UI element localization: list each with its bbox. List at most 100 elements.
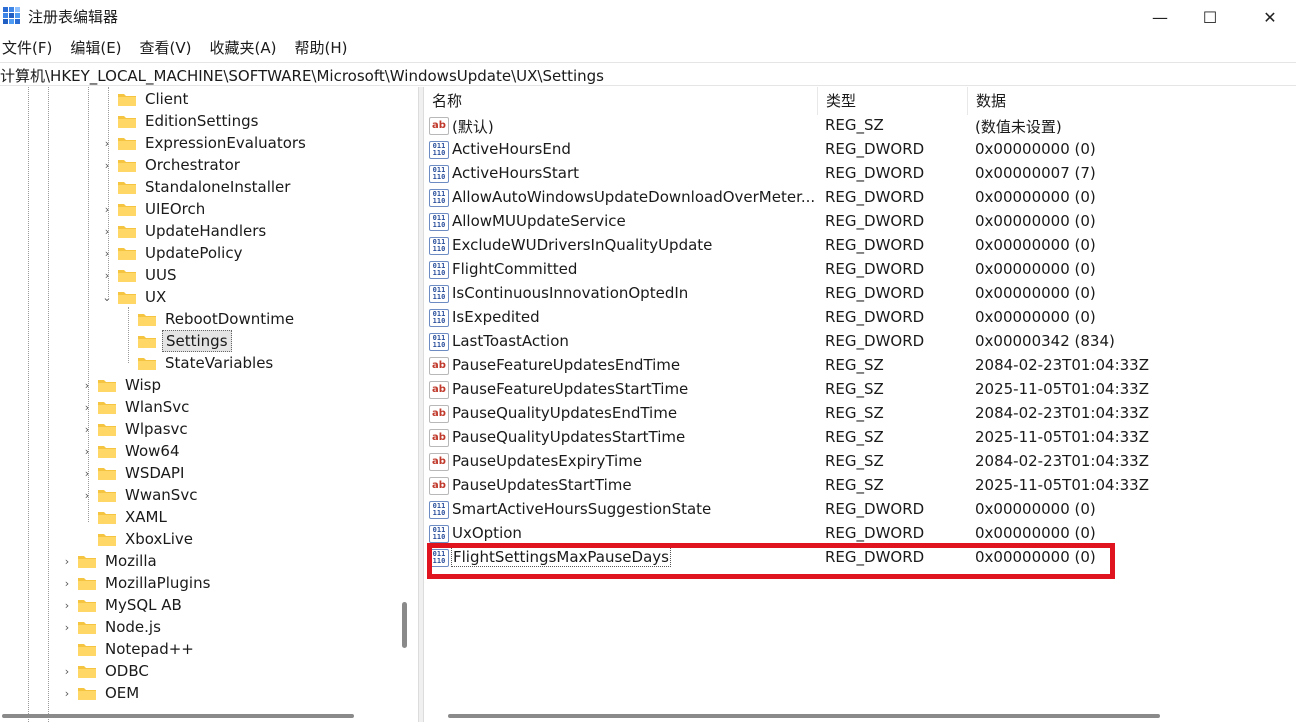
expander-icon[interactable]: › [100,203,114,216]
dword-value-icon: 011 110 [429,285,449,303]
string-value-icon: ab [429,429,449,447]
value-type: REG_SZ [825,380,884,398]
folder-icon [78,578,96,590]
values-list[interactable]: 名称 类型 数据 ab (默认) REG_SZ (数值未设置) 011 110 Activ… [424,87,1296,722]
expander-icon[interactable]: › [60,577,74,590]
expander-icon[interactable]: › [100,225,114,238]
expander-icon[interactable]: › [100,247,114,260]
menu-help[interactable]: 帮助(H) [292,36,355,60]
tree-item-wwansvc[interactable]: › WwanSvc [80,484,200,506]
value-row[interactable]: 011 110 ActiveHoursStart REG_DWORD 0x000000… [424,162,1296,186]
tree-item-label: OEM [105,684,140,702]
tree-item-label: Client [145,90,189,108]
tree-guide-line [28,87,29,722]
expander-icon[interactable]: › [60,621,74,634]
tree-item-label: RebootDowntime [165,310,295,328]
value-type: REG_SZ [825,476,884,494]
value-row[interactable]: ab (默认) REG_SZ (数值未设置) [424,114,1296,138]
folder-icon [98,424,116,436]
value-row[interactable]: ab PauseUpdatesExpiryTime REG_SZ 2084-02-23… [424,450,1296,474]
value-row[interactable]: 011 110 AllowMUUpdateService REG_DWORD 0x00… [424,210,1296,234]
maximize-button[interactable]: ☐ [1186,0,1234,34]
tree-item-wlpasvc[interactable]: › Wlpasvc [80,418,191,440]
value-row[interactable]: ab PauseQualityUpdatesStartTime REG_SZ 2025… [424,426,1296,450]
value-row[interactable]: 011 110 AllowAutoWindowsUpdateDownloadOve… [424,186,1296,210]
value-row[interactable]: 011 110 FlightCommitted REG_DWORD 0x0000000… [424,258,1296,282]
tree-item-statevariables[interactable]: StateVariables [120,352,276,374]
value-row[interactable]: 011 110 ActiveHoursEnd REG_DWORD 0x00000000… [424,138,1296,162]
key-tree[interactable]: Client EditionSettings › ExpressionEvalu… [0,87,418,722]
expander-icon[interactable]: › [80,445,94,458]
expander-icon[interactable]: › [80,379,94,392]
expander-icon[interactable]: › [100,269,114,282]
tree-item-mozilla[interactable]: › Mozilla [60,550,160,572]
tree-item-label: Wisp [125,376,162,394]
tree-item-nodejs[interactable]: › Node.js [60,616,164,638]
minimize-button[interactable]: — [1136,0,1184,34]
folder-icon [78,556,96,568]
value-row[interactable]: 011 110 SmartActiveHoursSuggestionState RE… [424,498,1296,522]
column-header-data[interactable]: 数据 [968,87,1296,115]
menu-edit[interactable]: 编辑(E) [68,36,129,60]
tree-item-editionsettings[interactable]: EditionSettings [100,110,261,132]
value-row[interactable]: 011 110 ExcludeWUDriversInQualityUpdate RE… [424,234,1296,258]
expander-icon[interactable]: › [60,599,74,612]
expander-icon[interactable]: ⌄ [100,291,114,304]
tree-item-wsdapi[interactable]: › WSDAPI [80,462,187,484]
value-type: REG_SZ [825,428,884,446]
tree-item-rebootdowntime[interactable]: RebootDowntime [120,308,297,330]
menu-view[interactable]: 查看(V) [138,36,200,60]
value-row[interactable]: ab PauseQualityUpdatesEndTime REG_SZ 2084-0… [424,402,1296,426]
value-row[interactable]: ab PauseUpdatesStartTime REG_SZ 2025-11-05T… [424,474,1296,498]
tree-item-notepadpp[interactable]: Notepad++ [60,638,197,660]
address-bar[interactable]: 计算机\HKEY_LOCAL_MACHINE\SOFTWARE\Microsof… [0,62,1296,86]
tree-item-xboxlive[interactable]: XboxLive [80,528,196,550]
tree-item-settings[interactable]: Settings [120,330,232,352]
tree-item-wlansvc[interactable]: › WlanSvc [80,396,192,418]
tree-item-label: XboxLive [125,530,194,548]
tree-item-updatehandlers[interactable]: › UpdateHandlers [100,220,269,242]
tree-item-orchestrator[interactable]: › Orchestrator [100,154,243,176]
menu-file[interactable]: 文件(F) [0,36,60,60]
expander-icon[interactable]: › [60,687,74,700]
expander-icon[interactable]: › [100,159,114,172]
tree-item-uus[interactable]: › UUS [100,264,179,286]
tree-item-ux[interactable]: ⌄ UX [100,286,169,308]
value-name: ExcludeWUDriversInQualityUpdate [452,236,713,254]
tree-item-xaml[interactable]: XAML [80,506,170,528]
tree-item-wow64[interactable]: › Wow64 [80,440,183,462]
expander-icon[interactable]: › [100,137,114,150]
expander-icon[interactable]: › [80,489,94,502]
tree-item-uieorch[interactable]: › UIEOrch [100,198,208,220]
tree-item-expressionevaluators[interactable]: › ExpressionEvaluators [100,132,309,154]
value-type: REG_DWORD [825,524,925,542]
value-row[interactable]: 011 110 LastToastAction REG_DWORD 0x0000034… [424,330,1296,354]
tree-horizontal-scrollbar[interactable] [2,714,354,718]
window-title: 注册表编辑器 [28,8,119,26]
value-row[interactable]: ab PauseFeatureUpdatesStartTime REG_SZ 2025… [424,378,1296,402]
column-header-type[interactable]: 类型 [818,87,968,115]
tree-item-oem[interactable]: › OEM [60,682,142,704]
column-header-name[interactable]: 名称 [424,87,818,115]
menu-favorites[interactable]: 收藏夹(A) [208,36,285,60]
tree-item-client[interactable]: Client [100,88,191,110]
tree-item-wisp[interactable]: › Wisp [80,374,164,396]
values-horizontal-scrollbar[interactable] [448,714,1160,718]
tree-item-label: MySQL AB [105,596,182,614]
value-row[interactable]: 011 110 IsContinuousInnovationOptedIn REG_… [424,282,1296,306]
tree-vertical-scrollbar[interactable] [402,602,407,648]
tree-item-updatepolicy[interactable]: › UpdatePolicy [100,242,245,264]
expander-icon[interactable]: › [60,555,74,568]
address-path[interactable]: 计算机\HKEY_LOCAL_MACHINE\SOFTWARE\Microsof… [0,65,604,86]
tree-item-mozillaplugins[interactable]: › MozillaPlugins [60,572,213,594]
tree-item-odbc[interactable]: › ODBC [60,660,152,682]
expander-icon[interactable]: › [80,423,94,436]
expander-icon[interactable]: › [80,467,94,480]
expander-icon[interactable]: › [60,665,74,678]
value-row[interactable]: 011 110 IsExpedited REG_DWORD 0x00000000 (0… [424,306,1296,330]
tree-item-standaloneinstaller[interactable]: StandaloneInstaller [100,176,293,198]
close-button[interactable]: ✕ [1246,0,1294,34]
expander-icon[interactable]: › [80,401,94,414]
value-row[interactable]: ab PauseFeatureUpdatesEndTime REG_SZ 2084-0… [424,354,1296,378]
tree-item-mysql-ab[interactable]: › MySQL AB [60,594,185,616]
